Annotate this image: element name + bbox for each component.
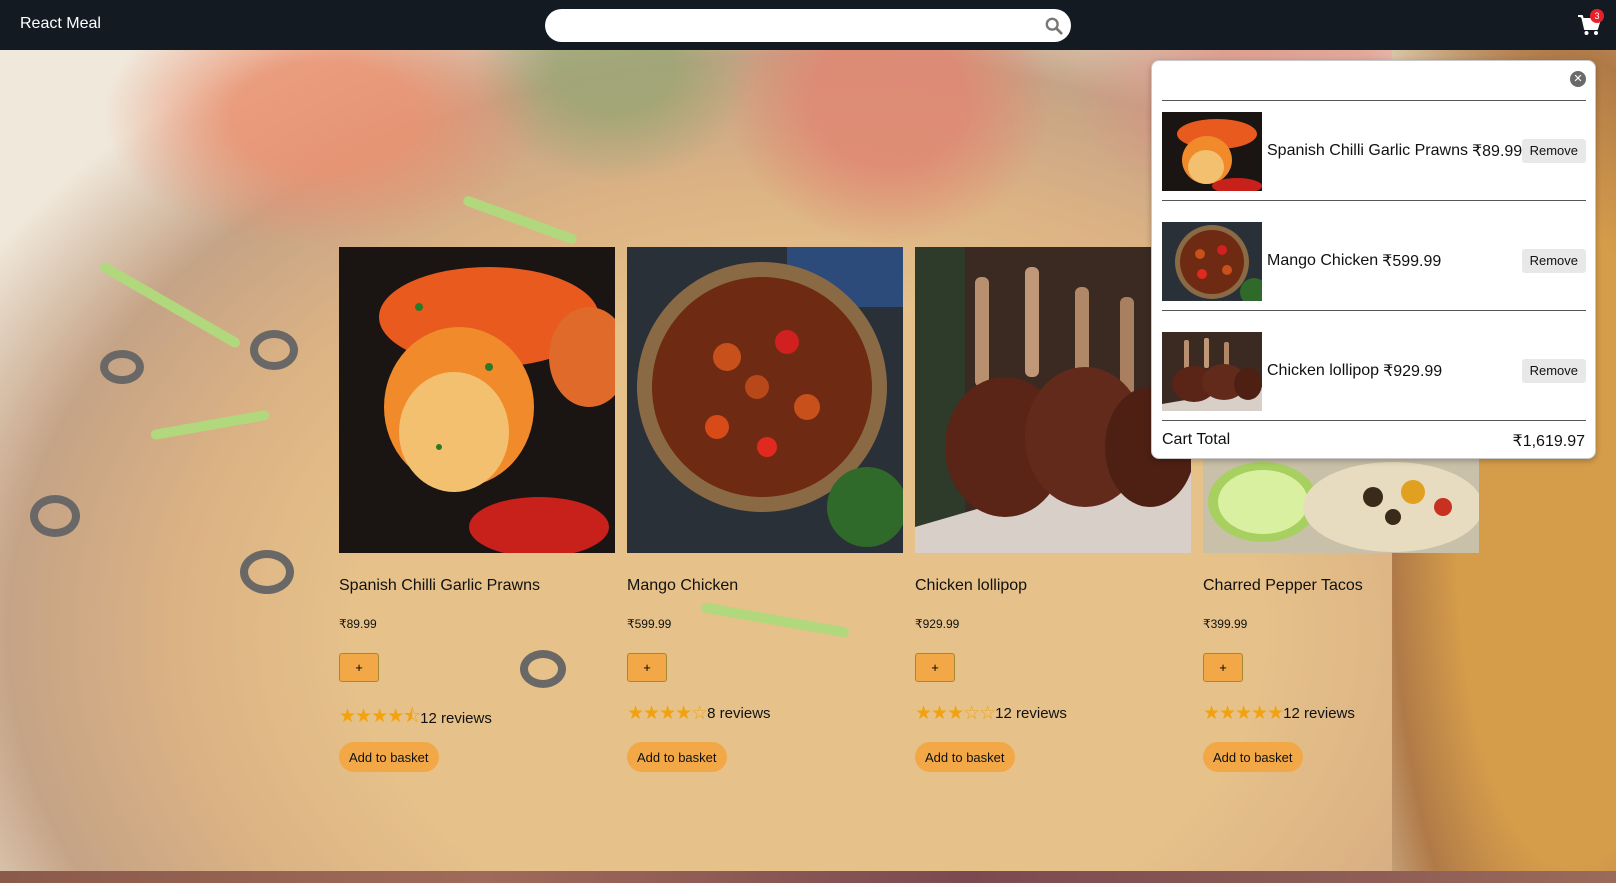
rating-stars-icon: ★★★★★	[1203, 703, 1284, 724]
product-name[interactable]: Charred Pepper Tacos	[1203, 577, 1363, 595]
rating-stars-icon: ★★★★☆	[627, 703, 708, 724]
cart-item: Mango Chicken ₹599.99 Remove	[1162, 221, 1586, 301]
product-price: ₹929.99	[915, 617, 960, 631]
add-to-basket-button[interactable]: Add to basket	[1203, 742, 1303, 772]
search-icon[interactable]	[1045, 17, 1063, 35]
cart-total-value: ₹1,619.97	[1512, 433, 1585, 450]
product-name[interactable]: Chicken lollipop	[915, 577, 1027, 595]
product-rating: ★★★☆☆ 12 reviews	[915, 702, 1067, 725]
cart-dropdown: ✕ Spanish Chilli Garlic Prawns ₹89.99 Re…	[1151, 60, 1596, 459]
product-image	[915, 247, 1191, 553]
product-card: Mango Chicken ₹599.99 + ★★★★☆ 8 reviews …	[627, 247, 903, 772]
cart-item-price: ₹599.99	[1382, 253, 1442, 270]
cart-item-title: Spanish Chilli Garlic Prawns	[1267, 142, 1468, 159]
review-count[interactable]: 12 reviews	[995, 705, 1067, 722]
increment-button[interactable]: +	[627, 653, 667, 682]
product-price: ₹599.99	[627, 617, 672, 631]
cart-item: Spanish Chilli Garlic Prawns ₹89.99 Remo…	[1162, 111, 1586, 191]
increment-button[interactable]: +	[915, 653, 955, 682]
divider	[1162, 100, 1586, 101]
cart-item-price: ₹89.99	[1471, 143, 1523, 160]
divider	[1162, 420, 1586, 421]
product-card: Chicken lollipop ₹929.99 + ★★★☆☆ 12 revi…	[915, 247, 1191, 772]
remove-button[interactable]: Remove	[1521, 359, 1586, 383]
cart-item: Chicken lollipop ₹929.99 Remove	[1162, 331, 1586, 411]
top-navbar: React Meal 3	[0, 0, 1616, 50]
increment-button[interactable]: +	[339, 653, 379, 682]
product-rating: ★★★★★ 12 reviews	[1203, 702, 1355, 725]
product-name[interactable]: Spanish Chilli Garlic Prawns	[339, 577, 540, 595]
cart-item-title: Chicken lollipop	[1267, 362, 1380, 379]
review-count[interactable]: 12 reviews	[1283, 705, 1355, 722]
brand-title[interactable]: React Meal	[20, 15, 101, 33]
add-to-basket-button[interactable]: Add to basket	[627, 742, 727, 772]
cart-item-image	[1162, 331, 1262, 411]
cart-count-badge: 3	[1590, 9, 1604, 23]
divider	[1162, 200, 1586, 201]
product-rating: ★★★★⯪ 12 reviews	[339, 702, 492, 734]
product-name[interactable]: Mango Chicken	[627, 577, 738, 595]
product-image	[339, 247, 615, 553]
product-price: ₹89.99	[339, 617, 377, 631]
product-card: Spanish Chilli Garlic Prawns ₹89.99 + ★★…	[339, 247, 615, 772]
add-to-basket-button[interactable]: Add to basket	[915, 742, 1015, 772]
cart-item-price: ₹929.99	[1383, 363, 1443, 380]
product-rating: ★★★★☆ 8 reviews	[627, 702, 771, 725]
review-count[interactable]: 8 reviews	[707, 705, 770, 722]
review-count[interactable]: 12 reviews	[420, 710, 492, 727]
product-price: ₹399.99	[1203, 617, 1248, 631]
cart-total-label: Cart Total	[1162, 431, 1231, 448]
background-bottom-strip	[0, 871, 1616, 883]
add-to-basket-button[interactable]: Add to basket	[339, 742, 439, 772]
rating-stars-icon: ★★★☆☆	[915, 703, 996, 724]
cart-item-image	[1162, 221, 1262, 301]
cart-item-title: Mango Chicken	[1267, 252, 1379, 269]
cart-item-image	[1162, 111, 1262, 191]
increment-button[interactable]: +	[1203, 653, 1243, 682]
search-bar	[545, 9, 1071, 42]
product-image	[627, 247, 903, 553]
divider	[1162, 310, 1586, 311]
remove-button[interactable]: Remove	[1521, 249, 1586, 273]
rating-stars-icon: ★★★★⯪	[339, 706, 421, 727]
search-input[interactable]	[561, 9, 1041, 42]
remove-button[interactable]: Remove	[1521, 139, 1586, 163]
close-icon[interactable]: ✕	[1570, 71, 1586, 87]
